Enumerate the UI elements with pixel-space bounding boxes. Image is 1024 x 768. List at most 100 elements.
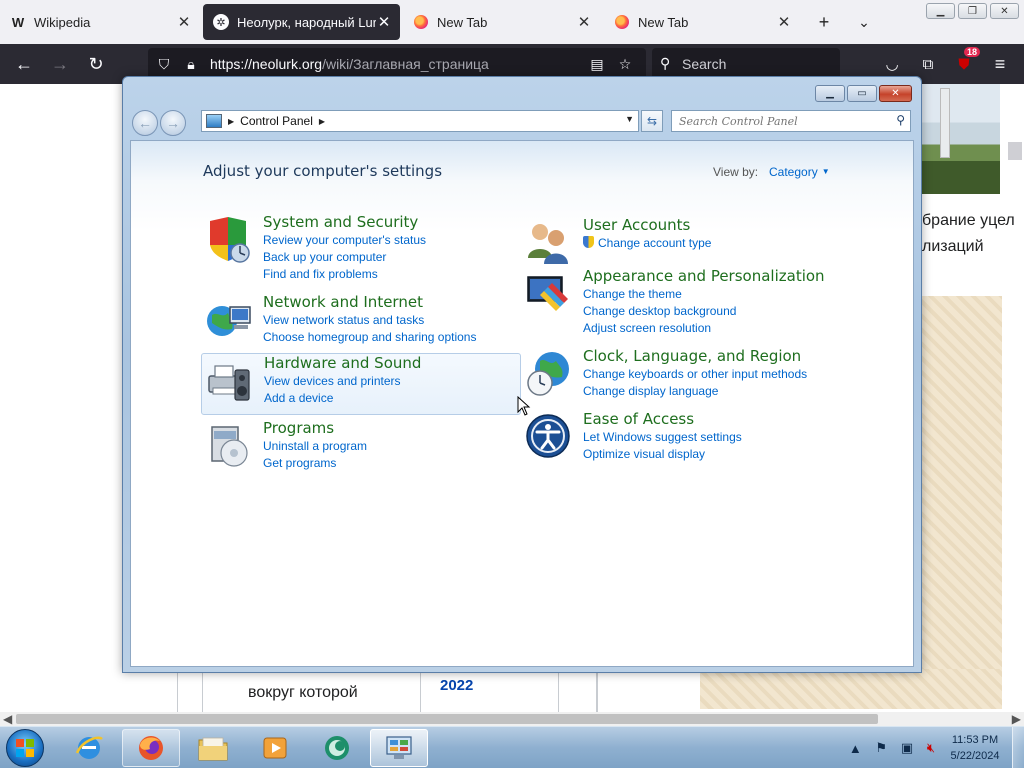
address-dropdown-icon[interactable]: ▼ xyxy=(625,114,634,124)
close-icon[interactable]: ✕ xyxy=(376,13,392,31)
link-change-display-language[interactable]: Change display language xyxy=(583,383,807,400)
year-link[interactable]: 2022 xyxy=(440,677,473,694)
address-bar[interactable]: ▶ Control Panel ▶ ▼ xyxy=(201,110,639,132)
cp-close-button[interactable]: ✕ xyxy=(879,85,912,102)
clock-globe-icon xyxy=(527,352,569,396)
tab-title: Wikipedia xyxy=(34,14,91,30)
link-homegroup-sharing[interactable]: Choose homegroup and sharing options xyxy=(263,329,476,346)
bookmark-star-icon[interactable]: ☆ xyxy=(616,55,634,73)
extension-badge: 18 xyxy=(964,47,981,57)
reload-button[interactable]: ↻ xyxy=(84,52,108,76)
search-control-panel-box[interactable]: ⚲ xyxy=(671,110,911,132)
tab-wikipedia[interactable]: W Wikipedia ✕ xyxy=(0,4,200,40)
wikipedia-w-icon: W xyxy=(11,14,25,30)
ease-of-access-icon xyxy=(526,414,570,458)
forward-arrow-icon[interactable]: → xyxy=(160,110,186,136)
view-by-label: View by: xyxy=(713,165,759,179)
link-change-desktop-background[interactable]: Change desktop background xyxy=(583,303,736,320)
link-get-programs[interactable]: Get programs xyxy=(263,455,367,472)
show-hidden-icons-icon[interactable]: ▲ xyxy=(849,741,862,756)
link-optimize-visual-display[interactable]: Optimize visual display xyxy=(583,446,742,463)
taskbar-control-panel[interactable] xyxy=(370,729,428,767)
cp-maximize-button[interactable]: ▭ xyxy=(847,85,877,102)
refresh-button[interactable]: ⇆ xyxy=(641,110,663,132)
link-adjust-resolution[interactable]: Adjust screen resolution xyxy=(583,320,736,337)
link-change-keyboards[interactable]: Change keyboards or other input methods xyxy=(583,366,807,383)
breadcrumb-control-panel[interactable]: Control Panel xyxy=(240,114,313,128)
network-icon[interactable]: ▣ xyxy=(901,740,913,756)
view-by-dropdown[interactable]: Category ▼ xyxy=(769,165,830,179)
link-uninstall-program[interactable]: Uninstall a program xyxy=(263,438,367,455)
clock[interactable]: 11:53 PM 5/22/2024 xyxy=(940,732,1010,764)
scroll-left-arrow-icon[interactable]: ◀ xyxy=(3,712,12,726)
tab-neolurk[interactable]: ✲ Неолурк, народный Lurk ✕ xyxy=(203,4,400,40)
extensions-icon[interactable]: ⧉ xyxy=(916,52,940,76)
taskbar-internet-explorer[interactable] xyxy=(60,729,118,767)
minimize-button[interactable]: ▁ xyxy=(926,3,955,19)
link-change-theme[interactable]: Change the theme xyxy=(583,286,736,303)
cp-minimize-button[interactable]: ▁ xyxy=(815,85,845,102)
scrollbar-thumb[interactable] xyxy=(16,714,878,724)
pocket-icon[interactable]: ◡ xyxy=(880,52,904,76)
category-title[interactable]: Programs xyxy=(263,419,334,437)
link-view-devices-printers[interactable]: View devices and printers xyxy=(264,373,401,390)
taskbar-media-player[interactable] xyxy=(246,729,304,767)
breadcrumb-arrow-icon[interactable]: ▶ xyxy=(319,117,325,126)
link-back-up[interactable]: Back up your computer xyxy=(263,249,426,266)
firefox-icon xyxy=(413,14,429,30)
category-title[interactable]: User Accounts xyxy=(583,216,690,234)
ublock-icon[interactable]: ⛊ 18 xyxy=(952,47,981,76)
taskbar-windows-explorer[interactable] xyxy=(184,729,242,767)
page-scrollbar-thumb[interactable] xyxy=(1008,142,1022,160)
back-button[interactable]: ← xyxy=(12,52,36,76)
close-icon[interactable]: ✕ xyxy=(776,13,792,31)
category-title[interactable]: Appearance and Personalization xyxy=(583,267,825,285)
tab-new-tab-1[interactable]: New Tab ✕ xyxy=(403,4,600,40)
back-arrow-icon[interactable]: ← xyxy=(132,110,158,136)
category-hardware-and-sound[interactable]: Hardware and Sound View devices and prin… xyxy=(201,353,521,415)
firefox-icon xyxy=(139,736,163,760)
scroll-right-arrow-icon[interactable]: ▶ xyxy=(1012,712,1021,726)
search-input[interactable] xyxy=(672,111,887,131)
article-text-fragment: лизаций xyxy=(922,238,984,255)
forward-button[interactable]: → xyxy=(48,52,72,76)
category-title[interactable]: Network and Internet xyxy=(263,293,423,311)
category-title[interactable]: Ease of Access xyxy=(583,410,694,428)
action-center-flag-icon[interactable]: ⚑ xyxy=(875,740,887,756)
show-desktop-button[interactable] xyxy=(1012,727,1024,768)
horizontal-scrollbar[interactable]: ◀ ▶ xyxy=(0,712,1024,726)
control-panel-window: ▁ ▭ ✕ ← → ▶ Control Panel ▶ ▼ ⇆ ⚲ Adjust… xyxy=(122,76,922,673)
url-text: https://neolurk.org/wiki/Заглавная_стран… xyxy=(210,56,489,72)
link-review-status[interactable]: Review your computer's status xyxy=(263,232,426,249)
link-windows-suggest-settings[interactable]: Let Windows suggest settings xyxy=(583,429,742,446)
close-icon[interactable]: ✕ xyxy=(576,13,592,31)
list-all-tabs-button[interactable]: ⌄ xyxy=(852,10,876,34)
tab-new-tab-2[interactable]: New Tab ✕ xyxy=(604,4,800,40)
start-button[interactable] xyxy=(6,729,44,767)
breadcrumb-arrow-icon[interactable]: ▶ xyxy=(228,117,234,126)
media-player-icon xyxy=(263,737,287,759)
link-change-account-type[interactable]: Change account type xyxy=(583,235,711,252)
article-text-fragment: вокруг которой xyxy=(248,684,358,701)
category-title[interactable]: Clock, Language, and Region xyxy=(583,347,801,365)
tracking-protection-shield-icon[interactable]: ⛉ xyxy=(155,55,173,73)
view-by-value: Category xyxy=(769,165,818,179)
taskbar-green-app[interactable] xyxy=(308,729,366,767)
system-tray: ▲ ⚑ ▣ 🔇︎ xyxy=(842,727,942,768)
folder-icon xyxy=(198,737,228,761)
category-title[interactable]: System and Security xyxy=(263,213,418,231)
taskbar-firefox[interactable] xyxy=(122,729,180,767)
volume-muted-icon[interactable]: 🔇︎ xyxy=(927,740,935,756)
restore-button[interactable]: ❐ xyxy=(958,3,987,19)
lock-icon[interactable]: 🔒︎ xyxy=(182,55,200,73)
link-find-fix-problems[interactable]: Find and fix problems xyxy=(263,266,426,283)
search-icon[interactable]: ⚲ xyxy=(896,113,905,127)
link-network-status[interactable]: View network status and tasks xyxy=(263,312,476,329)
category-title[interactable]: Hardware and Sound xyxy=(264,354,421,372)
menu-hamburger-icon[interactable]: ≡ xyxy=(988,52,1012,76)
close-window-button[interactable]: ✕ xyxy=(990,3,1019,19)
link-add-device[interactable]: Add a device xyxy=(264,390,401,407)
close-icon[interactable]: ✕ xyxy=(176,13,192,31)
reader-view-icon[interactable]: ▤ xyxy=(588,55,606,73)
new-tab-button[interactable]: + xyxy=(812,10,836,34)
